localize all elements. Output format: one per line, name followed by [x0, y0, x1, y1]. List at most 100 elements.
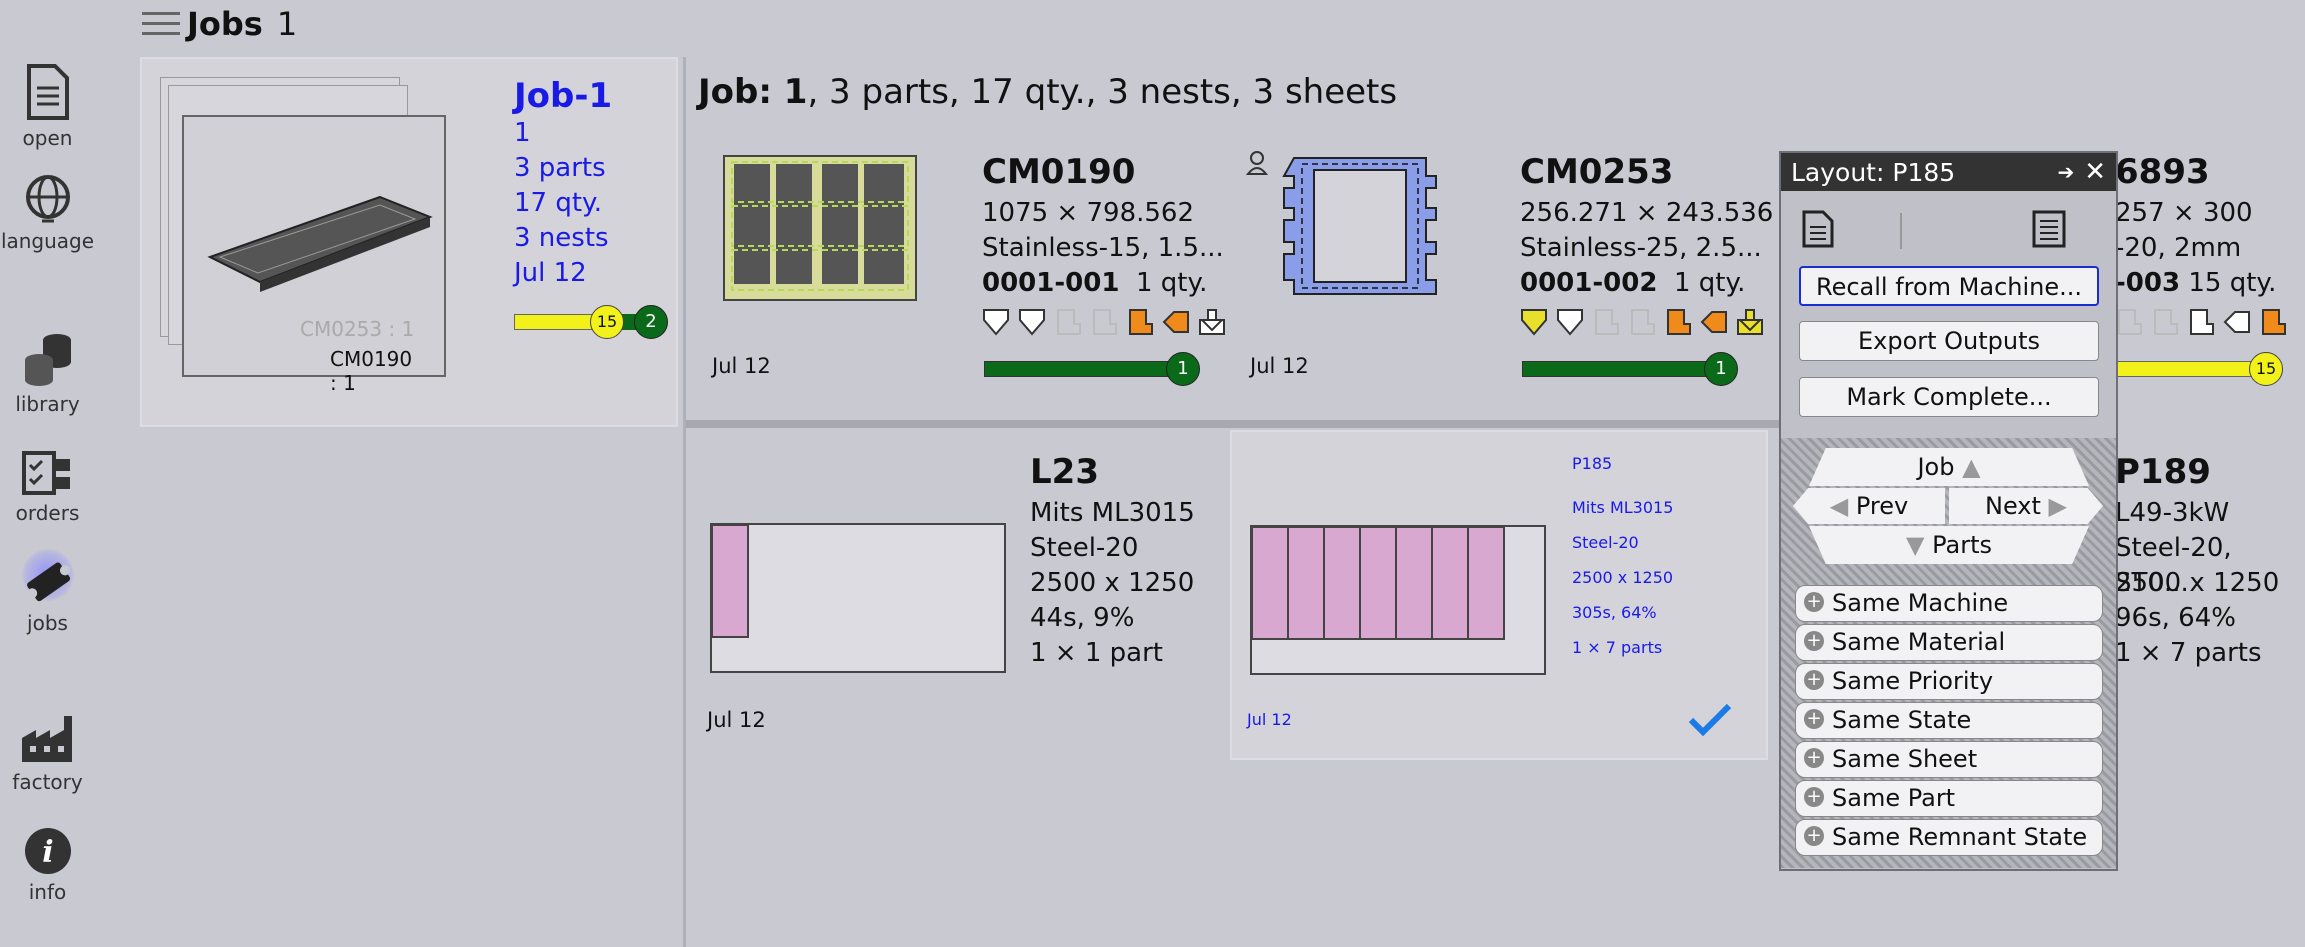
- same-label: Same Machine: [1832, 589, 2009, 617]
- same-priority-button[interactable]: + Same Priority: [1795, 663, 2103, 700]
- same-label: Same Priority: [1832, 667, 1994, 695]
- nest-thumbnail: [710, 523, 1006, 673]
- part-progress-badge: 1: [1166, 352, 1200, 386]
- same-part-button[interactable]: + Same Part: [1795, 780, 2103, 817]
- same-machine-button[interactable]: + Same Machine: [1795, 585, 2103, 622]
- nest-time: 305s, 64%: [1572, 603, 1657, 622]
- part-material: Stainless-15, 1.5...: [982, 233, 1224, 263]
- rail-label: library: [15, 392, 80, 416]
- part-code: 0001-001: [982, 268, 1120, 298]
- rail-label: factory: [12, 770, 83, 794]
- state-orange-icon: [2262, 309, 2286, 335]
- nest-name: P185: [1572, 454, 1613, 473]
- part-thumbnail: [1282, 157, 1437, 295]
- state-shield-icon: [1019, 309, 1045, 336]
- part-date: Jul 12: [1250, 354, 1309, 378]
- nav-job-button[interactable]: Job ▲: [1809, 448, 2089, 486]
- rail-label: open: [22, 126, 73, 150]
- part-progress-bar: [2115, 361, 2265, 377]
- export-outputs-button[interactable]: Export Outputs: [1799, 321, 2099, 361]
- nest-machine: Mits ML3015: [1030, 498, 1195, 528]
- nest-count: 1 × 1 part: [1030, 638, 1163, 668]
- nest-card[interactable]: P189 L49-3kW Steel-20, ST0... 2500 x 125…: [2115, 450, 2305, 700]
- progress-badge-green: 2: [634, 305, 668, 339]
- rail-library[interactable]: library: [0, 330, 95, 416]
- nav-next-button[interactable]: Next ▶: [1949, 488, 2103, 524]
- part-qty: 15 qty.: [2188, 268, 2277, 298]
- state-orange-icon: [1129, 309, 1153, 335]
- nest-card[interactable]: L23 Mits ML3015 Steel-20 2500 x 1250 44s…: [705, 450, 1225, 740]
- plus-icon: +: [1804, 670, 1824, 690]
- same-label: Same Material: [1832, 628, 2006, 656]
- part-qty: 1 qty.: [1135, 268, 1208, 298]
- part-card[interactable]: 6893 257 × 300 -20, 2mm -003 15 qty. 15: [2115, 150, 2305, 390]
- mark-complete-button[interactable]: Mark Complete...: [1799, 377, 2099, 417]
- rail-info[interactable]: i info: [0, 826, 95, 904]
- layout-popup: Layout: P185 ➔ ✕ Recall from Machine... …: [1779, 151, 2118, 871]
- same-label: Same State: [1832, 706, 1972, 734]
- nest-thumbnail: [1250, 525, 1546, 675]
- nest-card-selected[interactable]: P185 Mits ML3015 Steel-20 2500 x 1250 30…: [1230, 430, 1768, 760]
- job-date: Jul 12: [514, 258, 587, 288]
- plus-icon: +: [1804, 826, 1824, 846]
- rail-factory[interactable]: factory: [0, 712, 95, 794]
- part-name: CM0190: [982, 152, 1136, 192]
- state-white-icon: [2190, 309, 2214, 335]
- rail-jobs[interactable]: jobs: [0, 549, 95, 635]
- arrow-down-icon: ▼: [1906, 531, 1925, 559]
- nav-parts-button[interactable]: ▼ Parts: [1809, 526, 2089, 564]
- part-card[interactable]: CM0190 1075 × 798.562 Stainless-15, 1.5.…: [712, 150, 1232, 390]
- menu-icon[interactable]: [142, 8, 180, 38]
- summary-rest: , 3 parts, 17 qty., 3 nests, 3 sheets: [807, 72, 1398, 112]
- same-label: Same Sheet: [1832, 745, 1978, 773]
- checklist-icon: [21, 451, 70, 495]
- part-dims: 256.271 × 243.536: [1520, 198, 1774, 228]
- report-icon[interactable]: [2031, 209, 2067, 249]
- pin-icon[interactable]: ➔: [2057, 160, 2074, 184]
- plus-icon: +: [1804, 592, 1824, 612]
- nest-machine: L49-3kW: [2115, 498, 2230, 528]
- nest-date: Jul 12: [707, 708, 766, 732]
- recall-from-machine-button[interactable]: Recall from Machine...: [1799, 266, 2099, 306]
- arrow-left-icon: ◀: [1829, 492, 1849, 520]
- nav-parts-label: Parts: [1932, 531, 1992, 559]
- nav-next-label: Next: [1984, 492, 2041, 520]
- job-card[interactable]: CM0253 : 1 CM0190 : 1 Job-1 1 3 parts 17…: [140, 57, 678, 427]
- part-progress-bar: [984, 361, 1184, 377]
- same-remnant-state-button[interactable]: + Same Remnant State: [1795, 819, 2103, 856]
- nest-material: Steel-20: [1030, 533, 1139, 563]
- nest-time: 44s, 9%: [1030, 603, 1135, 633]
- close-icon[interactable]: ✕: [2084, 157, 2106, 187]
- rail-label: language: [0, 229, 95, 253]
- nest-sheet: 2500 x 1250: [2115, 568, 2280, 598]
- checkmark-icon: [1688, 703, 1732, 736]
- thumb-label-front: CM0190 : 1: [330, 347, 413, 395]
- state-orange-icon: [1667, 309, 1691, 335]
- nav-prev-label: Prev: [1855, 492, 1909, 520]
- state-shield-icon: [1557, 309, 1583, 336]
- state-shield-yellow-icon: [1521, 309, 1547, 336]
- document-icon: [26, 64, 69, 120]
- database-icon: [24, 334, 71, 386]
- rail-open[interactable]: open: [0, 62, 95, 150]
- rail-language[interactable]: language: [0, 173, 95, 253]
- part-state-icons: [2115, 308, 2287, 336]
- job-title: Job-1: [514, 76, 613, 116]
- state-tag-icon: [2223, 311, 2250, 333]
- same-sheet-button[interactable]: + Same Sheet: [1795, 741, 2103, 778]
- state-disabled-icon: [1057, 309, 1081, 335]
- nest-count: 1 × 7 parts: [2115, 638, 2262, 668]
- document-icon[interactable]: [1801, 209, 1835, 249]
- state-disabled-icon: [2154, 309, 2178, 335]
- ticket-icon: [26, 562, 70, 602]
- popup-title-prefix: Layout:: [1791, 157, 1885, 187]
- same-material-button[interactable]: + Same Material: [1795, 624, 2103, 661]
- same-state-button[interactable]: + Same State: [1795, 702, 2103, 739]
- part-code: 0001-002: [1520, 268, 1658, 298]
- nav-prev-button[interactable]: ◀ Prev: [1793, 488, 1945, 524]
- part-card[interactable]: CM0253 256.271 × 243.536 Stainless-25, 2…: [1246, 150, 1780, 390]
- job-count: 1: [276, 5, 298, 43]
- rail-orders[interactable]: orders: [0, 445, 95, 525]
- rail-label: jobs: [27, 611, 68, 635]
- info-icon: i: [24, 828, 71, 874]
